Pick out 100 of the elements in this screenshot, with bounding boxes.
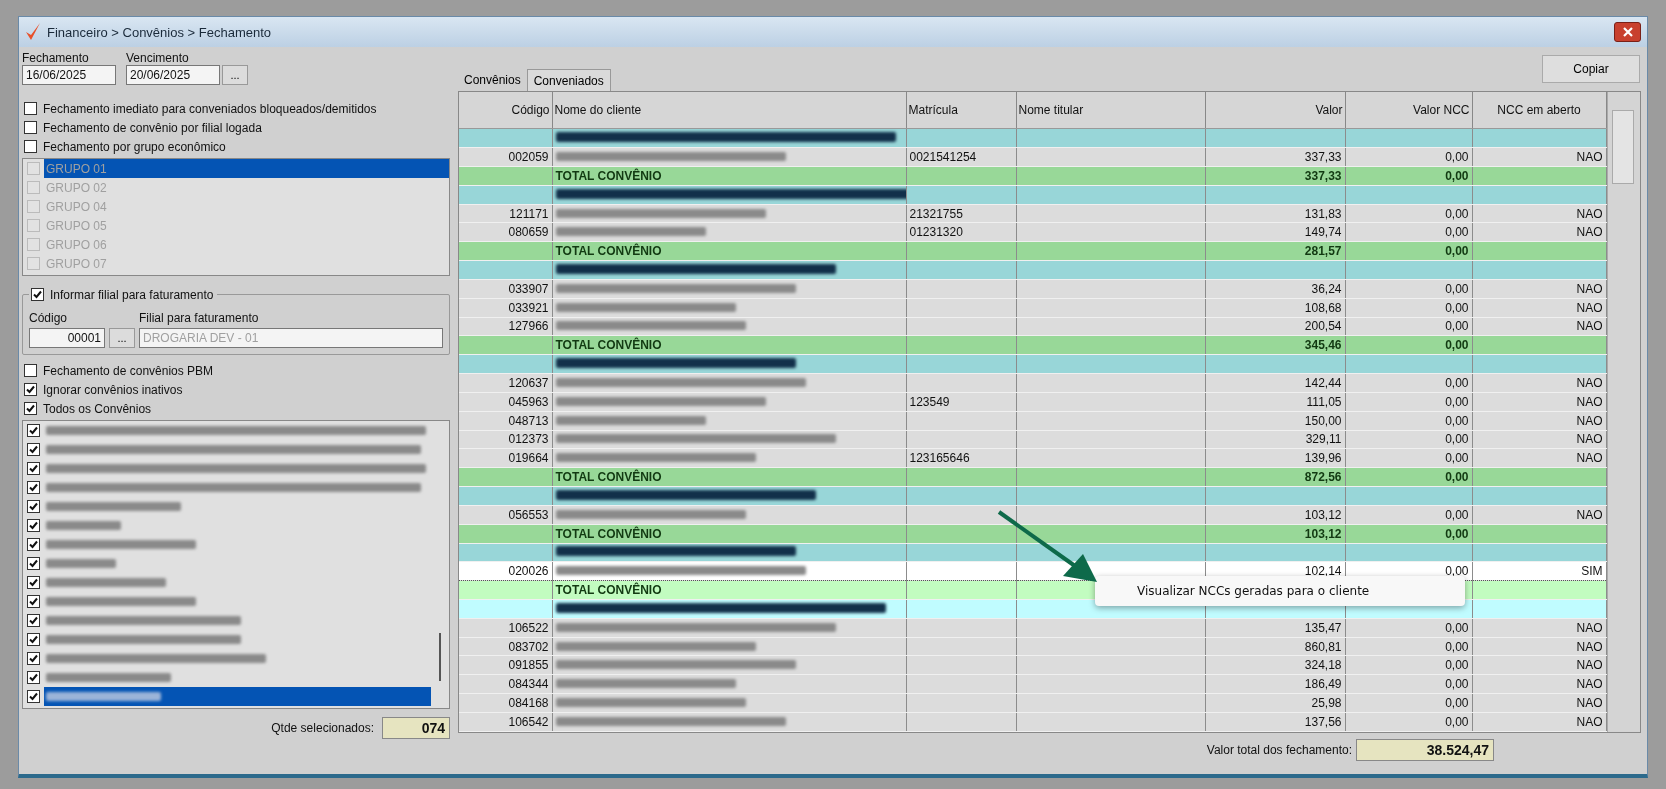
- checkbox[interactable]: [27, 557, 40, 570]
- column-header[interactable]: Matrícula: [908, 103, 958, 118]
- date-field[interactable]: 16/06/2025: [22, 65, 116, 85]
- table-cell: 0,00: [1445, 375, 1469, 390]
- table-row[interactable]: 033907 36,24 0,00 NAO: [459, 279, 1606, 299]
- picker-button[interactable]: ...: [109, 328, 135, 348]
- table-cell: 0,00: [1445, 432, 1469, 447]
- checkbox[interactable]: [24, 140, 37, 153]
- checkbox[interactable]: [27, 519, 40, 532]
- window-title: Financeiro > Convênios > Fechamento: [47, 24, 271, 40]
- checkbox[interactable]: [27, 500, 40, 513]
- column-header[interactable]: Nome titular: [1018, 103, 1084, 118]
- table-cell: 091855: [508, 658, 549, 673]
- table-row[interactable]: 012373 329,11 0,00 NAO: [459, 430, 1606, 449]
- checkbox[interactable]: [27, 690, 40, 703]
- table-cell: NAO: [1576, 639, 1603, 654]
- table-cell: 329,11: [1305, 432, 1342, 447]
- table-cell: NAO: [1576, 620, 1603, 635]
- checkbox-label: Fechamento de convênios PBM: [43, 363, 214, 378]
- table-row[interactable]: 084344 186,49 0,00 NAO: [459, 674, 1606, 694]
- table-row[interactable]: 127966 200,54 0,00 NAO: [459, 317, 1606, 336]
- table-cell: 033921: [508, 300, 549, 315]
- table-cell: 186,49: [1304, 677, 1342, 692]
- code-field[interactable]: 00001: [29, 328, 105, 348]
- table-cell: 135,47: [1304, 620, 1342, 635]
- table-cell: NAO: [1576, 696, 1603, 711]
- checkbox[interactable]: [27, 443, 40, 456]
- table-cell: NAO: [1576, 677, 1603, 692]
- table-row[interactable]: 084168 25,98 0,00 NAO: [459, 693, 1606, 713]
- table-row[interactable]: 080659 01231320 149,74 0,00 NAO: [459, 222, 1606, 242]
- checkbox[interactable]: [24, 121, 37, 134]
- table-row[interactable]: 033921 108,68 0,00 NAO: [459, 298, 1606, 318]
- tab[interactable]: Conveniados: [526, 69, 611, 91]
- table-row[interactable]: 106522 135,47 0,00 NAO: [459, 618, 1606, 638]
- table-cell: 150,00: [1304, 413, 1342, 428]
- table-row[interactable]: 091855 324,18 0,00 NAO: [459, 655, 1606, 675]
- checkbox[interactable]: [24, 402, 37, 415]
- table-row[interactable]: 056553 103,12 0,00 NAO: [459, 505, 1606, 525]
- picker-button[interactable]: ...: [222, 65, 248, 85]
- tab[interactable]: Convênios: [458, 69, 527, 91]
- table-row[interactable]: 002059 0021541254 337,33 0,00 NAO: [459, 147, 1606, 167]
- table-cell: 0,00: [1445, 564, 1469, 579]
- copy-button[interactable]: Copiar: [1542, 55, 1640, 83]
- table-row[interactable]: 106542 137,56 0,00 NAO: [459, 712, 1606, 732]
- table-cell: 0,00: [1445, 696, 1469, 711]
- checkbox[interactable]: [24, 364, 37, 377]
- checkbox[interactable]: [27, 633, 40, 646]
- table-cell: 142,44: [1304, 375, 1342, 390]
- checkbox[interactable]: [27, 595, 40, 608]
- table-row[interactable]: 045963 123549 111,05 0,00 NAO: [459, 392, 1606, 412]
- table-cell: 0,00: [1445, 319, 1469, 334]
- checkbox[interactable]: [27, 652, 40, 665]
- table-cell: 103,12: [1304, 507, 1342, 522]
- table-row[interactable]: 121171 21321755 131,83 0,00 NAO: [459, 204, 1606, 223]
- count-field: 074: [382, 717, 450, 739]
- checkbox[interactable]: [27, 671, 40, 684]
- table-row[interactable]: 083702 860,81 0,00 NAO: [459, 637, 1606, 656]
- table-row[interactable]: 120637 142,44 0,00 NAO: [459, 373, 1606, 393]
- date-field[interactable]: 20/06/2025: [126, 65, 220, 85]
- checkbox[interactable]: [31, 288, 44, 301]
- scrollbar[interactable]: [439, 633, 441, 681]
- column-header[interactable]: Nome do cliente: [554, 103, 642, 118]
- table-cell: 0,00: [1445, 244, 1469, 259]
- table-cell: 048713: [508, 413, 549, 428]
- checkbox[interactable]: [27, 424, 40, 437]
- column-header[interactable]: Valor NCC: [1413, 103, 1470, 118]
- table-cell: TOTAL CONVÊNIO: [555, 583, 662, 598]
- table-row[interactable]: 019664 123165646 139,96 0,00 NAO: [459, 448, 1606, 468]
- table-cell: 123549: [909, 394, 950, 409]
- table-cell: NAO: [1576, 451, 1603, 466]
- scrollbar[interactable]: [1606, 92, 1640, 732]
- checkbox[interactable]: [27, 462, 40, 475]
- checkbox[interactable]: [24, 102, 37, 115]
- table-cell: TOTAL CONVÊNIO: [555, 338, 662, 353]
- table-cell: 25,98: [1311, 696, 1342, 711]
- checkbox[interactable]: [27, 538, 40, 551]
- table-cell: 149,74: [1304, 225, 1342, 240]
- close-icon[interactable]: [1621, 26, 1634, 38]
- table-cell: 0,00: [1445, 338, 1469, 353]
- checkbox[interactable]: [24, 383, 37, 396]
- table-cell: NAO: [1576, 300, 1603, 315]
- table-cell: TOTAL CONVÊNIO: [555, 526, 662, 541]
- checkbox[interactable]: [27, 481, 40, 494]
- checkbox-label: Ignorar convênios inativos: [43, 382, 183, 397]
- table-cell: NAO: [1576, 507, 1603, 522]
- column-header[interactable]: Código: [511, 103, 550, 118]
- field-label: Valor total dos fechamento:: [1206, 743, 1352, 757]
- table-cell: 111,05: [1306, 394, 1342, 409]
- table-cell: 108,68: [1304, 300, 1342, 315]
- checkbox[interactable]: [27, 614, 40, 627]
- table-cell: 872,56: [1304, 470, 1342, 485]
- table-cell: NAO: [1576, 658, 1603, 673]
- column-header[interactable]: Valor: [1315, 103, 1343, 118]
- table-row[interactable]: 048713 150,00 0,00 NAO: [459, 411, 1606, 431]
- table-cell: NAO: [1576, 150, 1603, 164]
- checkbox[interactable]: [27, 576, 40, 589]
- close-button[interactable]: [1614, 22, 1641, 42]
- table-cell: NAO: [1576, 413, 1603, 428]
- menu-item[interactable]: Visualizar NCCs geradas para o cliente: [1137, 584, 1370, 598]
- table-cell: 0,00: [1445, 206, 1469, 221]
